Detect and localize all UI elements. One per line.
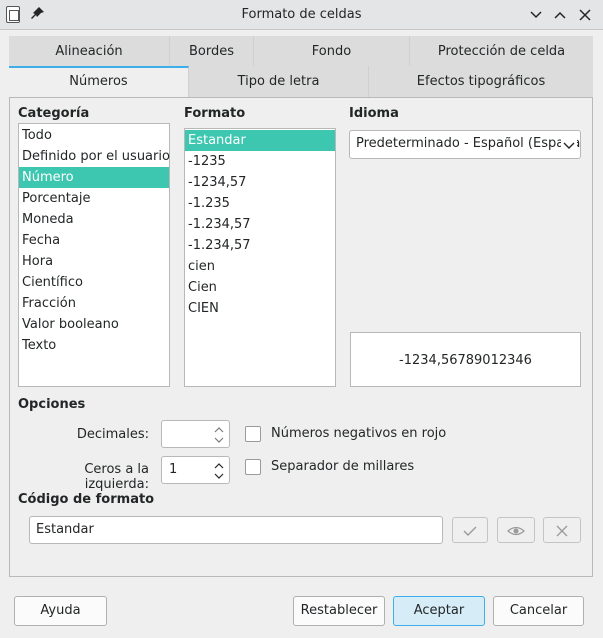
format-preview: -1234,56789012346	[350, 332, 581, 387]
tab-alineacion[interactable]: Alineación	[9, 36, 170, 67]
idioma-select[interactable]: Predeterminado - Español (España)	[349, 130, 581, 159]
eye-icon	[507, 526, 525, 536]
list-item[interactable]: -1.234,57	[185, 235, 335, 256]
list-item[interactable]: -1.234,57	[185, 214, 335, 235]
comment-button[interactable]	[497, 517, 535, 543]
decimales-label: Decimales:	[76, 427, 149, 442]
formato-list[interactable]: Estandar -1235 -1234,57 -1.235 -1.234,57…	[184, 128, 336, 387]
check-icon	[463, 526, 477, 536]
codigo-formato-label: Código de formato	[18, 492, 155, 507]
decimales-spinbox[interactable]	[161, 420, 230, 448]
tab-efectos-tipograficos[interactable]: Efectos tipográficos	[369, 66, 593, 97]
list-item[interactable]: Hora	[19, 251, 169, 272]
list-item[interactable]: Porcentaje	[19, 188, 169, 209]
list-item[interactable]: Moneda	[19, 209, 169, 230]
separador-millares-label[interactable]: Separador de millares	[271, 459, 414, 474]
tab-proteccion-celda[interactable]: Protección de celda	[410, 36, 593, 67]
list-item[interactable]: Fecha	[19, 230, 169, 251]
opciones-label: Opciones	[18, 397, 86, 412]
tab-numeros[interactable]: Números	[9, 66, 189, 97]
list-item[interactable]: -1234,57	[185, 172, 335, 193]
list-item[interactable]: -1235	[185, 151, 335, 172]
delete-button[interactable]	[543, 517, 581, 543]
cancelar-button[interactable]: Cancelar	[493, 596, 584, 626]
restablecer-button[interactable]: Restablecer	[293, 596, 385, 626]
formato-label: Formato	[184, 106, 246, 121]
list-item[interactable]: Valor booleano	[19, 314, 169, 335]
ceros-spinbox[interactable]: 1	[161, 456, 230, 484]
list-item[interactable]: Texto	[19, 335, 169, 356]
separador-millares-checkbox[interactable]	[245, 459, 261, 475]
confirm-button[interactable]	[452, 517, 488, 543]
list-item[interactable]: CIEN	[185, 298, 335, 319]
categoria-label: Categoría	[18, 106, 90, 121]
aceptar-button[interactable]: Aceptar	[393, 596, 485, 626]
maximize-icon[interactable]	[552, 7, 568, 23]
close-icon[interactable]	[577, 7, 593, 23]
list-item[interactable]: Fracción	[19, 293, 169, 314]
list-item-selected[interactable]: Número	[19, 167, 169, 188]
codigo-formato-input[interactable]: Estandar	[29, 516, 443, 544]
chevron-down-icon[interactable]	[561, 137, 577, 153]
close-icon	[556, 525, 568, 537]
window-title: Formato de celdas	[241, 7, 362, 22]
idioma-value: Predeterminado - Español (España)	[356, 136, 581, 151]
tab-bordes[interactable]: Bordes	[170, 36, 254, 67]
minimize-icon[interactable]	[528, 7, 544, 23]
ceros-label: Ceros a la izquierda:	[84, 462, 149, 492]
idioma-label: Idioma	[349, 106, 399, 121]
negativos-rojo-checkbox[interactable]	[245, 426, 261, 442]
list-item-selected[interactable]: Estandar	[185, 130, 335, 151]
list-item[interactable]: Cien	[185, 277, 335, 298]
list-item[interactable]: -1.235	[185, 193, 335, 214]
ayuda-button[interactable]: Ayuda	[14, 596, 107, 626]
ceros-value: 1	[169, 462, 178, 477]
spin-arrows-icon	[214, 427, 224, 443]
tab-tipo-de-letra[interactable]: Tipo de letra	[189, 66, 369, 97]
list-item[interactable]: Todo	[19, 125, 169, 146]
list-item[interactable]: Definido por el usuario	[19, 146, 170, 167]
tab-fondo[interactable]: Fondo	[254, 36, 410, 67]
list-item[interactable]: Científico	[19, 272, 169, 293]
negativos-rojo-label[interactable]: Números negativos en rojo	[271, 426, 446, 441]
spin-arrows-icon	[214, 463, 224, 479]
list-item[interactable]: cien	[185, 256, 335, 277]
categoria-list[interactable]: Todo Definido por el usuario Número Porc…	[18, 123, 170, 387]
